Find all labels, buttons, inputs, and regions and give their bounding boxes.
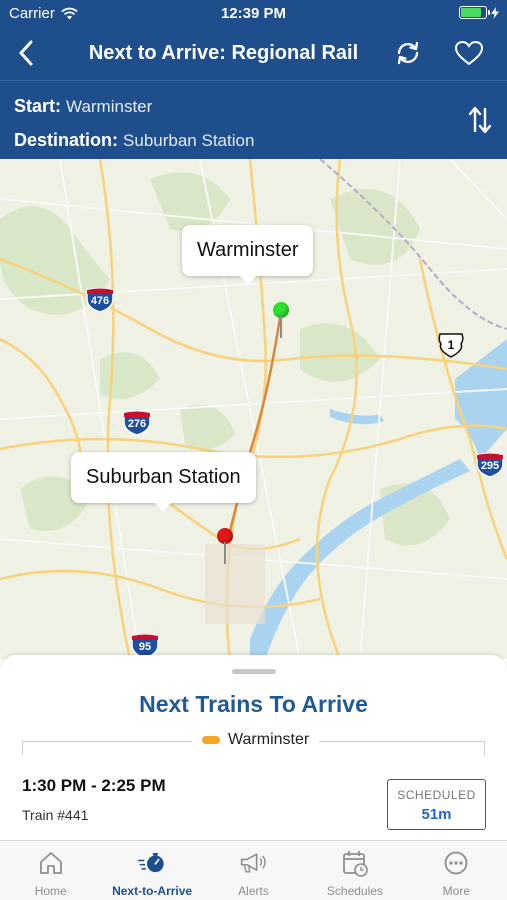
destination-label: Destination: <box>14 130 119 150</box>
us-route-shield-1: 1 <box>437 332 465 358</box>
tab-label: Next-to-Arrive <box>112 884 193 898</box>
trip-status-label: SCHEDULED <box>397 788 476 802</box>
nav-bar: Next to Arrive: Regional Rail <box>0 28 507 80</box>
chevron-left-icon <box>19 40 33 66</box>
tab-label: Alerts <box>238 884 269 898</box>
refresh-button[interactable] <box>393 38 423 68</box>
route-panel: Start: Warminster Destination: Suburban … <box>0 80 507 159</box>
home-icon <box>36 849 66 877</box>
origin-pin-stem <box>280 316 282 338</box>
more-icon <box>441 849 471 877</box>
swap-arrows-icon <box>468 106 492 134</box>
tab-more[interactable]: More <box>406 841 507 900</box>
stopwatch-icon <box>137 849 167 877</box>
swap-direction-button[interactable] <box>465 103 495 137</box>
origin-callout[interactable]: Warminster <box>182 225 314 285</box>
interstate-shield-276: 276 <box>122 410 152 436</box>
destination-callout[interactable]: Suburban Station <box>71 452 256 512</box>
tab-next-to-arrive[interactable]: Next-to-Arrive <box>101 841 202 900</box>
interstate-shield-295: 295 <box>475 452 505 478</box>
refresh-icon <box>397 41 419 65</box>
destination-row[interactable]: Destination: Suburban Station <box>14 130 254 151</box>
tab-label: More <box>442 884 470 898</box>
battery-indicator <box>459 6 499 19</box>
shield-number: 1 <box>447 338 455 352</box>
heart-icon <box>454 40 484 66</box>
divider-tick-right <box>484 741 485 755</box>
tab-bar: Home Next-to-Arrive Alerts Schedules Mor… <box>0 840 507 900</box>
route-map[interactable]: 476 276 95 295 1 Warminster Suburban Sta… <box>0 159 507 659</box>
page-title: Next to Arrive: Regional Rail <box>88 42 359 64</box>
shield-number: 276 <box>127 418 147 430</box>
origin-pin[interactable] <box>273 302 289 342</box>
shield-number: 476 <box>90 295 110 307</box>
line-name: Warminster <box>228 731 310 748</box>
tab-label: Schedules <box>326 884 383 898</box>
sheet-title: Next Trains To Arrive <box>139 691 368 717</box>
trains-bottom-sheet: Next Trains To Arrive Warminster 1:30 PM… <box>0 655 507 840</box>
status-bar: Carrier 12:39 PM <box>0 0 507 28</box>
calendar-clock-icon <box>340 849 370 877</box>
start-label: Start: <box>14 96 62 116</box>
tab-home[interactable]: Home <box>0 841 101 900</box>
trip-minutes: 51m <box>421 806 452 823</box>
tab-schedules[interactable]: Schedules <box>304 841 405 900</box>
favorite-button[interactable] <box>453 38 485 68</box>
charging-icon <box>491 6 499 19</box>
destination-value: Suburban Station <box>123 131 255 150</box>
line-color-pill <box>202 736 220 744</box>
battery-icon <box>459 6 490 19</box>
tab-label: Home <box>34 884 67 898</box>
start-value: Warminster <box>66 97 153 116</box>
megaphone-icon <box>239 849 269 877</box>
trip-status-badge[interactable]: SCHEDULED 51m <box>387 779 486 830</box>
shield-number: 95 <box>138 641 152 653</box>
line-divider: Warminster <box>22 731 485 757</box>
destination-pin[interactable] <box>217 528 233 568</box>
divider-tick-left <box>22 741 23 755</box>
shield-number: 295 <box>480 460 500 472</box>
line-label: Warminster <box>192 731 320 749</box>
battery-level <box>461 8 482 17</box>
sheet-grabber-handle[interactable] <box>232 669 276 674</box>
trip-train-number: Train #441 <box>22 807 89 823</box>
interstate-shield-476: 476 <box>85 287 115 313</box>
start-row[interactable]: Start: Warminster <box>14 96 152 117</box>
clock: 12:39 PM <box>220 5 287 22</box>
tab-alerts[interactable]: Alerts <box>203 841 304 900</box>
trip-time-range[interactable]: 1:30 PM - 2:25 PM <box>22 776 166 796</box>
destination-pin-stem <box>224 542 226 564</box>
back-button[interactable] <box>10 36 42 70</box>
